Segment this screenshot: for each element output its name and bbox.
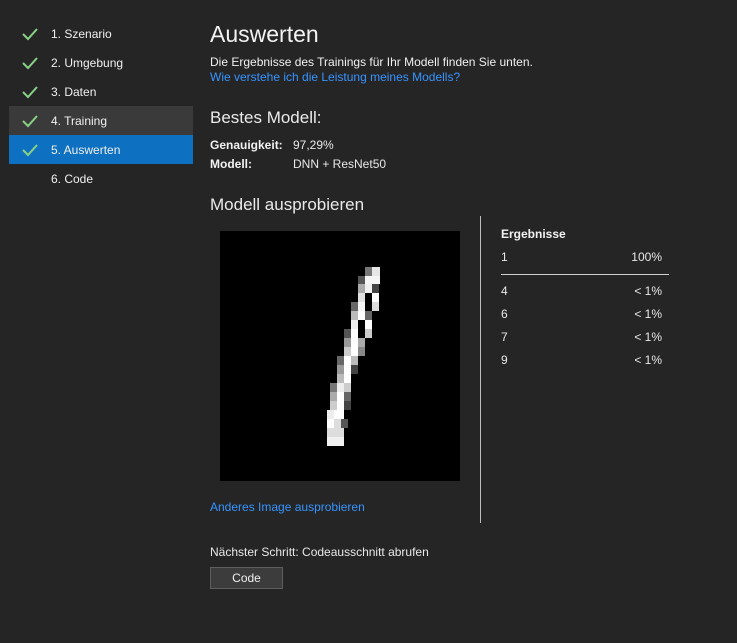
performance-help-link[interactable]: Wie verstehe ich die Leistung meines Mod… (210, 70, 460, 84)
checkmark-icon (22, 28, 38, 41)
checkmark-icon (22, 144, 38, 157)
result-row: 7 < 1% (501, 330, 662, 346)
result-row: 1 100% (501, 250, 662, 266)
sidebar-item-label: 6. Code (51, 171, 94, 186)
main-panel: Auswerten Die Ergebnisse des Trainings f… (210, 0, 737, 643)
result-class: 9 (501, 353, 508, 367)
checkmark-icon (22, 57, 38, 70)
try-other-image-link[interactable]: Anderes Image ausprobieren (210, 500, 365, 514)
sidebar-item-daten[interactable]: 3. Daten (9, 77, 193, 106)
sidebar-item-auswerten[interactable]: 5. Auswerten (9, 135, 193, 164)
result-prob: < 1% (634, 307, 662, 321)
page-subtitle: Die Ergebnisse des Trainings für Ihr Mod… (210, 55, 533, 69)
code-button[interactable]: Code (210, 567, 283, 589)
checkmark-icon (22, 86, 38, 99)
result-class: 6 (501, 307, 508, 321)
digit-sample-image (220, 231, 460, 481)
result-row: 4 < 1% (501, 284, 662, 300)
sidebar-item-label: 3. Daten (51, 84, 97, 99)
model-value: DNN + ResNet50 (293, 157, 387, 171)
result-class: 4 (501, 284, 508, 298)
sidebar-item-label: 2. Umgebung (51, 55, 124, 70)
sidebar-item-umgebung[interactable]: 2. Umgebung (9, 48, 193, 77)
accuracy-label: Genauigkeit: (210, 138, 283, 152)
sidebar-item-label: 5. Auswerten (51, 142, 121, 157)
results-heading: Ergebnisse (501, 227, 566, 241)
result-prob: 100% (631, 250, 662, 264)
checkmark-icon (22, 115, 38, 128)
sidebar-item-training[interactable]: 4. Training (9, 106, 193, 135)
model-label: Modell: (210, 157, 252, 171)
step-sidebar: 1. Szenario 2. Umgebung 3. Daten 4. Trai… (9, 19, 193, 193)
result-row: 9 < 1% (501, 353, 662, 369)
page-title: Auswerten (210, 21, 319, 47)
result-class: 1 (501, 250, 508, 264)
accuracy-value: 97,29% (293, 138, 334, 152)
sidebar-item-label: 1. Szenario (51, 26, 112, 41)
result-prob: < 1% (634, 330, 662, 344)
sidebar-item-label: 4. Training (51, 113, 108, 128)
result-prob: < 1% (634, 353, 662, 367)
next-step-text: Nächster Schritt: Codeausschnitt abrufen (210, 545, 429, 559)
try-model-heading: Modell ausprobieren (210, 195, 365, 214)
sidebar-item-szenario[interactable]: 1. Szenario (9, 19, 193, 48)
vertical-divider (480, 216, 481, 523)
result-row: 6 < 1% (501, 307, 662, 323)
sidebar-item-code[interactable]: 6. Code (9, 164, 193, 193)
best-model-heading: Bestes Modell: (210, 108, 322, 127)
result-class: 7 (501, 330, 508, 344)
results-separator (501, 274, 669, 275)
result-prob: < 1% (634, 284, 662, 298)
